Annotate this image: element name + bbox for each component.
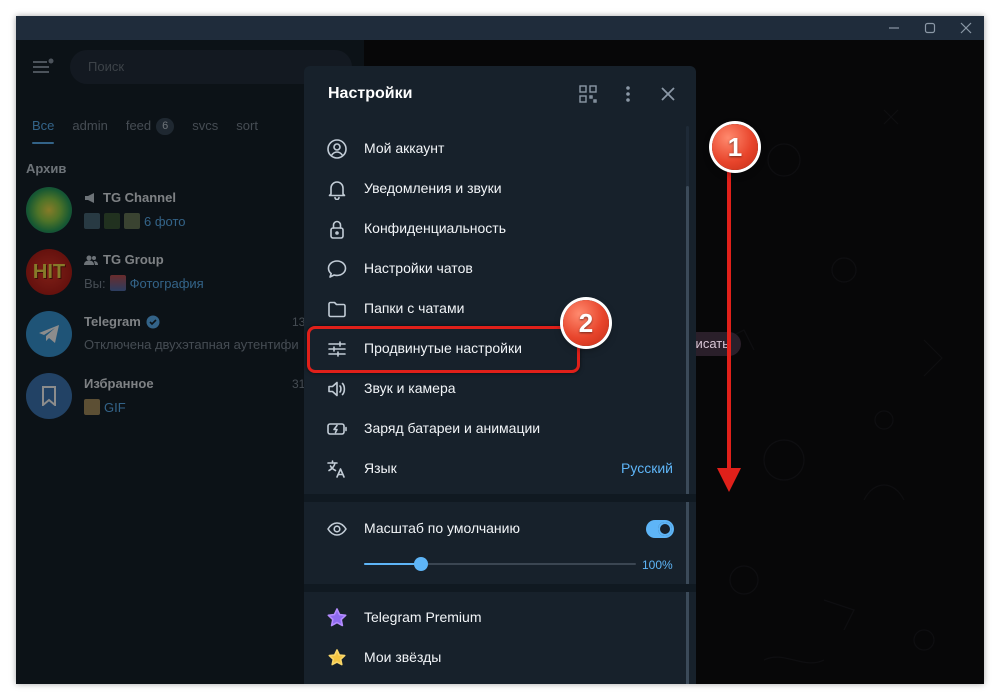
item-label: Язык: [364, 460, 397, 476]
scale-value: 100%: [642, 558, 673, 572]
speaker-icon: [325, 377, 349, 401]
settings-item-stars[interactable]: Мои звёзды: [304, 638, 686, 678]
minimize-icon[interactable]: [876, 16, 912, 40]
item-label: Звук и камера: [364, 380, 456, 396]
settings-item-chat-settings[interactable]: Настройки чатов: [304, 249, 686, 289]
sliders-icon: [325, 337, 349, 361]
item-label: Мой аккаунт: [364, 140, 445, 156]
scrollbar-thumb[interactable]: [686, 186, 689, 684]
settings-item-sound-camera[interactable]: Звук и камера: [304, 369, 686, 409]
scale-slider-fill: [364, 563, 422, 565]
settings-item-scale[interactable]: Масштаб по умолчанию: [304, 509, 686, 549]
scale-slider-handle[interactable]: [414, 557, 429, 571]
lock-icon: [325, 217, 349, 241]
settings-item-notifications[interactable]: Уведомления и звуки: [304, 169, 686, 209]
language-value: Русский: [621, 460, 673, 476]
close-icon[interactable]: [656, 82, 680, 106]
item-label: Конфиденциальность: [364, 220, 507, 236]
settings-item-my-account[interactable]: Мой аккаунт: [304, 129, 686, 169]
settings-item-advanced[interactable]: Продвинутые настройки: [304, 329, 686, 369]
settings-item-premium[interactable]: Telegram Premium: [304, 598, 686, 638]
translate-icon: [325, 457, 349, 481]
settings-item-folders[interactable]: Папки с чатами: [304, 289, 686, 329]
premium-star-icon: [325, 606, 349, 630]
item-label: Продвинутые настройки: [364, 340, 522, 356]
item-label: Настройки чатов: [364, 260, 473, 276]
settings-dialog: Настройки Мой аккаунт Уведомления и звук…: [304, 66, 696, 684]
folder-icon: [325, 297, 349, 321]
item-label: Telegram Premium: [364, 609, 482, 625]
item-label: Уведомления и звуки: [364, 180, 502, 196]
settings-item-privacy[interactable]: Конфиденциальность: [304, 209, 686, 249]
scale-toggle[interactable]: [646, 520, 674, 538]
account-icon: [325, 137, 349, 161]
item-label: Мои звёзды: [364, 649, 442, 665]
chat-bubble-icon: [325, 257, 349, 281]
dialog-title: Настройки: [328, 85, 413, 102]
eye-icon: [325, 517, 349, 541]
item-label: Масштаб по умолчанию: [364, 520, 520, 536]
battery-icon: [325, 417, 349, 441]
section-divider: [304, 494, 696, 502]
maximize-icon[interactable]: [912, 16, 948, 40]
close-icon[interactable]: [948, 16, 984, 40]
bell-icon: [325, 177, 349, 201]
more-vertical-icon[interactable]: [616, 82, 640, 106]
qr-code-icon[interactable]: [576, 82, 600, 106]
section-divider: [304, 584, 696, 592]
title-bar: [16, 16, 984, 40]
stars-icon: [325, 646, 349, 670]
item-label: Заряд батареи и анимации: [364, 420, 541, 436]
settings-item-battery[interactable]: Заряд батареи и анимации: [304, 409, 686, 449]
item-label: Папки с чатами: [364, 300, 465, 316]
settings-item-language[interactable]: Язык Русский: [304, 449, 686, 489]
